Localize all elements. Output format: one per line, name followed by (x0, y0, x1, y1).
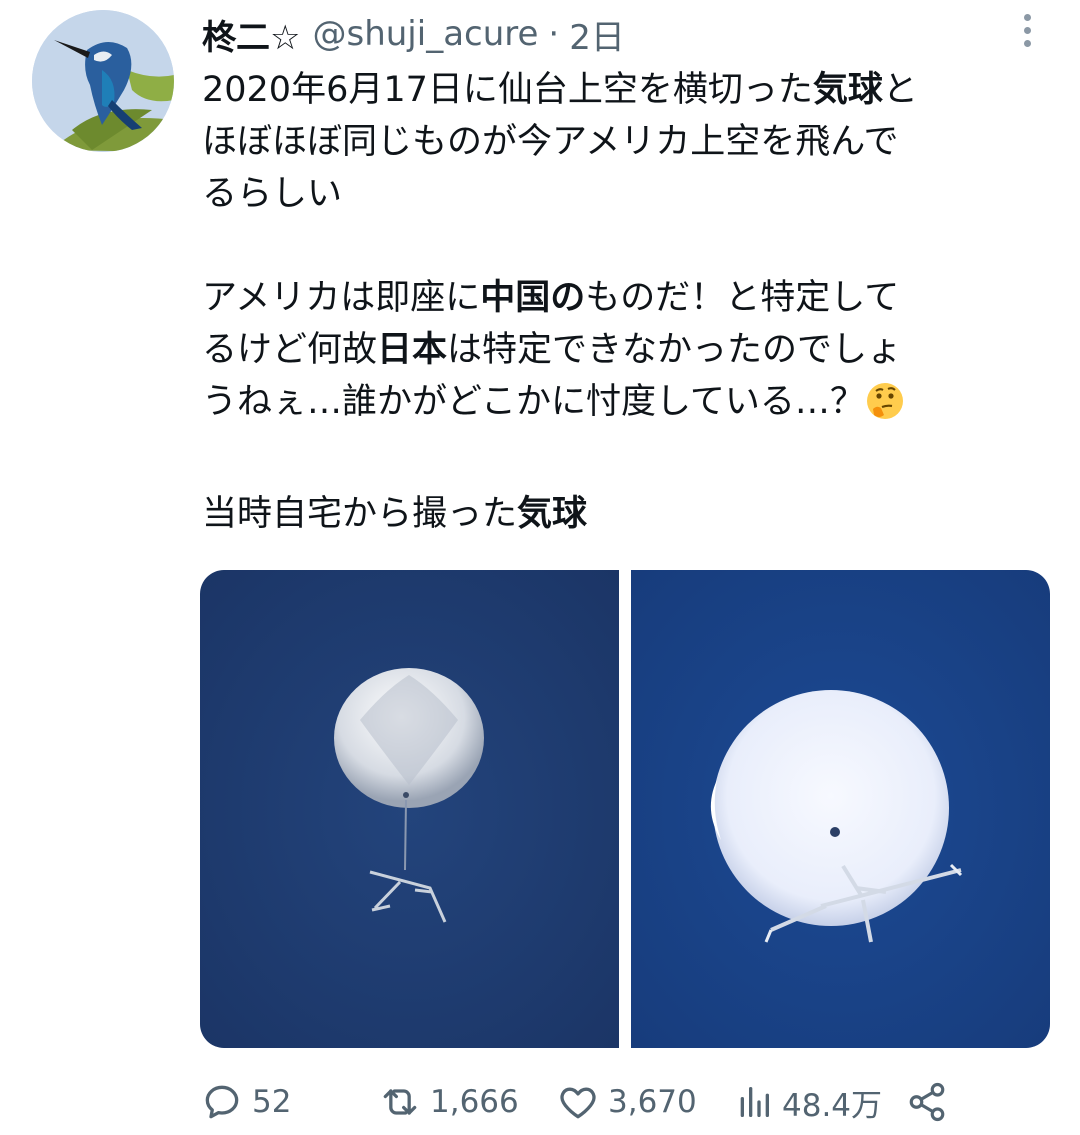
tweet-bold-japan: 日本 (377, 330, 448, 370)
tweet-p3-a: 当時自宅から撮った (202, 494, 518, 534)
kingfisher-avatar-image (32, 10, 174, 152)
media-grid (200, 570, 1050, 1048)
reply-button[interactable]: 52 (200, 1080, 378, 1124)
tweet-bold-china: 中国の (480, 278, 586, 318)
tweet-actions: 52 1,666 3,670 48.4万 (200, 1072, 1060, 1132)
retweet-button[interactable]: 1,666 (378, 1080, 556, 1124)
tweet-p2-f: は特定できなかったのでしょ (447, 330, 903, 370)
heart-icon (556, 1080, 600, 1124)
tweet-line3: るらしい (202, 174, 343, 214)
views-button[interactable]: 48.4万 (734, 1080, 906, 1125)
avatar[interactable] (32, 10, 174, 152)
like-button[interactable]: 3,670 (556, 1080, 734, 1124)
more-options-icon[interactable] (1012, 10, 1042, 50)
thinking-face-icon (865, 381, 905, 436)
retweet-count: 1,666 (430, 1084, 519, 1120)
tweet-timestamp[interactable]: 2日 (569, 10, 625, 59)
tweet-p2-a: アメリカは即座に (202, 278, 481, 318)
author-handle[interactable]: @shuji_acure (312, 14, 538, 54)
views-count: 48.4万 (782, 1087, 883, 1124)
tweet-line2: ほぼほぼ同じものが今アメリカ上空を飛んで (202, 122, 899, 162)
tweet-bold-balloon-2: 気球 (517, 494, 588, 534)
tweet-p2-g: うねぇ…誰かがどこかに忖度している…？ (202, 382, 865, 422)
tweet-p2-c: ものだ！と特定して (585, 278, 900, 318)
reply-count: 52 (252, 1084, 292, 1120)
share-icon (906, 1081, 948, 1123)
tweet-line1-a: 2020年6月17日に仙台上空を横切った (202, 70, 813, 110)
retweet-icon (378, 1080, 422, 1124)
tweet-text: 2020年6月17日に仙台上空を横切った気球と ほぼほぼ同じものが今アメリカ上空… (202, 64, 1062, 540)
separator-dot: · (548, 14, 560, 54)
tweet-bold-balloon-1: 気球 (812, 70, 883, 110)
tweet-p2-d: るけど何故 (202, 330, 378, 370)
reply-icon (200, 1080, 244, 1124)
balloon-photo-right[interactable] (631, 570, 1050, 1048)
views-icon (734, 1082, 774, 1122)
balloon-photo-left[interactable] (200, 570, 619, 1048)
author-display-name[interactable]: 柊二☆ (202, 10, 300, 59)
share-button[interactable] (906, 1081, 948, 1123)
like-count: 3,670 (608, 1084, 697, 1120)
tweet-header: 柊二☆ @shuji_acure · 2日 (202, 8, 625, 60)
tweet-line1-c: と (882, 70, 918, 110)
